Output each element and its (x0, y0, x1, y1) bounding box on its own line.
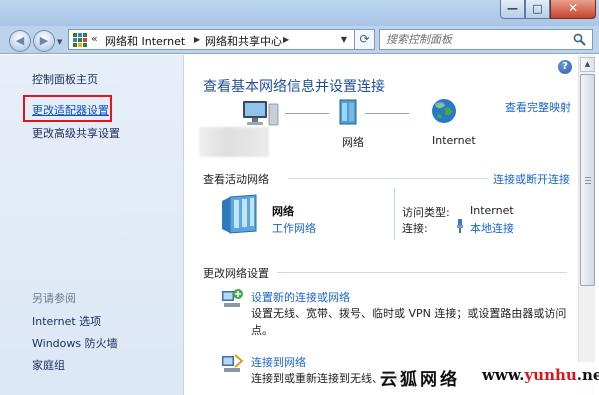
maximize-button[interactable]: □ (525, 0, 550, 19)
minimize-button[interactable]: — (500, 0, 525, 19)
setup-new-connection-description: 设置无线、宽带、拨号、临时或 VPN 连接；或设置路由器或访问点。 (251, 307, 567, 337)
network-location-type-link[interactable]: 工作网络 (272, 220, 316, 236)
refresh-icon: ⟳ (359, 32, 370, 46)
breadcrumb-separator-icon[interactable]: ▶ (194, 35, 200, 44)
control-panel-icon (73, 33, 87, 47)
breadcrumb-overflow[interactable]: « (91, 32, 98, 45)
maximize-icon: □ (532, 2, 543, 15)
sidebar-item-change-adapter-settings[interactable]: 更改适配器设置 (32, 102, 109, 118)
connect-disconnect-link[interactable]: 连接或断开连接 (493, 171, 570, 187)
vertical-scrollbar[interactable]: ▲ (578, 55, 595, 395)
close-icon: ✕ (567, 1, 579, 15)
main-content: ? 查看基本网络信息并设置连接 查看完整映射 网络 Internet 查看活动网… (185, 55, 599, 395)
sidebar-item-control-panel-home[interactable]: 控制面板主页 (32, 71, 98, 87)
active-network-name: 网络 (272, 205, 294, 218)
connection-label: 连接: (402, 222, 428, 235)
sidebar-item-internet-options[interactable]: Internet 选项 (32, 313, 101, 329)
map-connection-line (365, 113, 409, 114)
search-input[interactable] (386, 32, 566, 47)
section-divider (288, 178, 487, 179)
sidebar-item-windows-firewall[interactable]: Windows 防火墙 (32, 335, 118, 351)
vertical-divider (394, 188, 395, 240)
search-box[interactable] (379, 29, 593, 50)
scrollbar-thumb[interactable] (580, 74, 595, 286)
network-icon[interactable] (336, 98, 360, 128)
new-connection-icon[interactable] (220, 287, 244, 309)
map-label-internet: Internet (432, 134, 476, 147)
access-type-label: 访问类型: (402, 206, 450, 219)
close-button[interactable]: ✕ (550, 0, 596, 19)
redacted-computer-name (199, 127, 269, 157)
globe-icon[interactable] (430, 97, 458, 125)
access-type-value: Internet (470, 204, 514, 217)
forward-arrow-icon: ▶ (39, 34, 49, 47)
forward-button[interactable]: ▶ (33, 30, 55, 52)
see-also-heading: 另请参阅 (32, 292, 76, 305)
section-divider (277, 272, 567, 273)
map-label-network: 网络 (342, 136, 364, 149)
search-icon[interactable] (573, 33, 586, 46)
network-building-icon[interactable] (218, 193, 264, 235)
page-title: 查看基本网络信息并设置连接 (203, 79, 385, 95)
breadcrumb-separator-icon[interactable]: ▶ (283, 35, 289, 44)
breadcrumb-network-internet[interactable]: 网络和 Internet (105, 33, 185, 49)
address-bar[interactable]: « 网络和 Internet ▶ 网络和共享中心 ▶ ▼ (68, 29, 374, 50)
minimize-icon: — (507, 2, 518, 15)
watermark: 云狐网络 www.yunhu.net (378, 362, 599, 395)
connect-to-network-link[interactable]: 连接到网络 (251, 354, 306, 370)
watermark-chinese: 云狐网络 (380, 370, 460, 390)
ethernet-connection-icon (457, 219, 463, 233)
setup-new-connection-link[interactable]: 设置新的连接或网络 (251, 289, 350, 305)
breadcrumb-network-sharing-center[interactable]: 网络和共享中心 (205, 33, 282, 49)
scroll-up-button[interactable]: ▲ (580, 57, 595, 72)
left-navigation-pane: 控制面板主页 更改适配器设置 更改高级共享设置 另请参阅 Internet 选项… (0, 55, 184, 395)
navigation-bar: ◀ ▶ ▼ « 网络和 Internet ▶ 网络和共享中心 ▶ ▼ ⟳ (0, 26, 599, 54)
back-button[interactable]: ◀ (9, 30, 31, 52)
active-networks-heading: 查看活动网络 (203, 173, 269, 186)
local-connection-link[interactable]: 本地连接 (470, 220, 514, 236)
recent-pages-dropdown-icon[interactable]: ▼ (57, 38, 62, 46)
connect-to-network-icon[interactable] (220, 352, 244, 374)
change-network-settings-heading: 更改网络设置 (203, 267, 269, 280)
view-full-map-link[interactable]: 查看完整映射 (505, 99, 571, 115)
help-icon[interactable]: ? (558, 60, 572, 74)
map-connection-line (285, 113, 329, 114)
address-dropdown-icon[interactable]: ▼ (341, 35, 347, 44)
window-titlebar: — □ ✕ (0, 0, 599, 26)
watermark-url: www.yunhu.net (482, 366, 599, 384)
sidebar-item-advanced-sharing-settings[interactable]: 更改高级共享设置 (32, 125, 120, 141)
sidebar-item-homegroup[interactable]: 家庭组 (32, 357, 65, 373)
computer-icon[interactable] (241, 98, 281, 128)
refresh-button[interactable]: ⟳ (354, 29, 375, 50)
back-arrow-icon: ◀ (15, 34, 25, 47)
